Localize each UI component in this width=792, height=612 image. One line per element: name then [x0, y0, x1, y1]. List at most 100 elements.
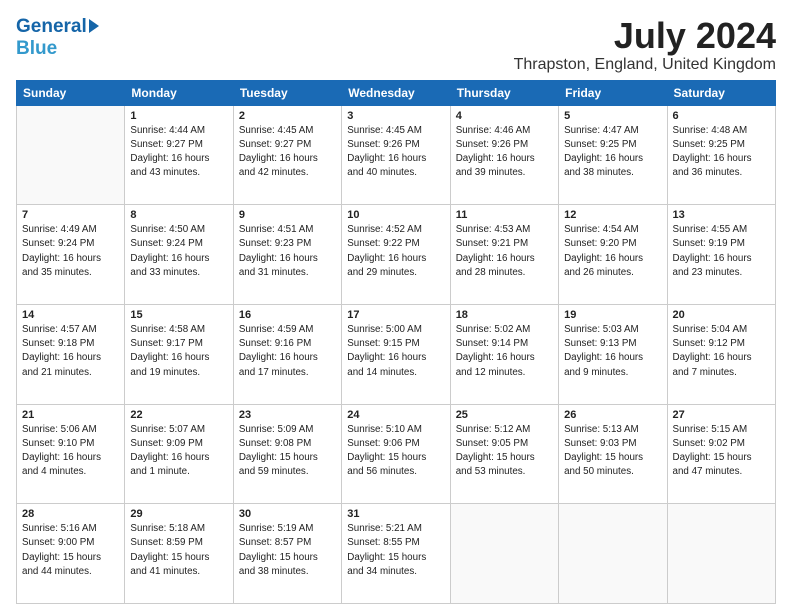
weekday-header-thursday: Thursday — [450, 80, 558, 105]
day-info: Sunrise: 4:46 AM Sunset: 9:26 PM Dayligh… — [456, 124, 553, 181]
day-info: Sunrise: 4:47 AM Sunset: 9:25 PM Dayligh… — [564, 124, 661, 181]
day-info: Sunrise: 4:44 AM Sunset: 9:27 PM Dayligh… — [130, 124, 227, 181]
weekday-header-row: SundayMondayTuesdayWednesdayThursdayFrid… — [17, 80, 776, 105]
day-info: Sunrise: 4:58 AM Sunset: 9:17 PM Dayligh… — [130, 323, 227, 380]
calendar-cell: 31Sunrise: 5:21 AM Sunset: 8:55 PM Dayli… — [342, 504, 450, 604]
calendar-cell: 22 Sunrise: 5:07 AM Sunset: 9:09 PM Dayli… — [125, 404, 233, 504]
day-info: Sunrise: 4:53 AM Sunset: 9:21 PM Dayligh… — [456, 223, 553, 280]
day-info: Sunrise: 5:12 AM Sunset: 9:05 PM Dayligh… — [456, 423, 553, 480]
weekday-header-wednesday: Wednesday — [342, 80, 450, 105]
calendar-week-row: 14Sunrise: 4:57 AM Sunset: 9:18 PM Dayli… — [17, 304, 776, 404]
day-number: 4 — [456, 110, 553, 122]
calendar-cell — [450, 504, 558, 604]
day-number: 14 — [22, 309, 119, 321]
day-number: 12 — [564, 209, 661, 221]
calendar-cell: 24 Sunrise: 5:10 AM Sunset: 9:06 PM Dayli… — [342, 404, 450, 504]
calendar-cell: 27Sunrise: 5:15 AM Sunset: 9:02 PM Dayli… — [667, 404, 775, 504]
day-info: Sunrise: 5:04 AM Sunset: 9:12 PM Dayligh… — [673, 323, 770, 380]
subtitle: Thrapston, England, United Kingdom — [514, 56, 776, 74]
calendar-cell: 1 Sunrise: 4:44 AM Sunset: 9:27 PM Daylig… — [125, 105, 233, 205]
day-number: 24 — [347, 409, 444, 421]
day-info: Sunrise: 5:18 AM Sunset: 8:59 PM Dayligh… — [130, 522, 227, 579]
calendar-cell: 21Sunrise: 5:06 AM Sunset: 9:10 PM Dayli… — [17, 404, 125, 504]
weekday-header-saturday: Saturday — [667, 80, 775, 105]
title-block: July 2024 Thrapston, England, United Kin… — [514, 16, 776, 74]
logo-line1: General — [16, 16, 99, 38]
day-info: Sunrise: 5:09 AM Sunset: 9:08 PM Dayligh… — [239, 423, 336, 480]
calendar-cell: 4 Sunrise: 4:46 AM Sunset: 9:26 PM Daylig… — [450, 105, 558, 205]
calendar-cell: 17Sunrise: 5:00 AM Sunset: 9:15 PM Dayli… — [342, 304, 450, 404]
day-info: Sunrise: 5:13 AM Sunset: 9:03 PM Dayligh… — [564, 423, 661, 480]
day-number: 11 — [456, 209, 553, 221]
day-info: Sunrise: 4:45 AM Sunset: 9:27 PM Dayligh… — [239, 124, 336, 181]
calendar-cell — [559, 504, 667, 604]
day-number: 30 — [239, 508, 336, 520]
day-info: Sunrise: 4:49 AM Sunset: 9:24 PM Dayligh… — [22, 223, 119, 280]
day-number: 2 — [239, 110, 336, 122]
day-number: 27 — [673, 409, 770, 421]
calendar-cell: 20 Sunrise: 5:04 AM Sunset: 9:12 PM Dayli… — [667, 304, 775, 404]
logo-general: General — [16, 16, 87, 38]
calendar-cell — [667, 504, 775, 604]
day-number: 6 — [673, 110, 770, 122]
calendar-cell: 10 Sunrise: 4:52 AM Sunset: 9:22 PM Dayli… — [342, 205, 450, 305]
calendar-cell: 23 Sunrise: 5:09 AM Sunset: 9:08 PM Dayli… — [233, 404, 341, 504]
weekday-header-tuesday: Tuesday — [233, 80, 341, 105]
day-info: Sunrise: 5:16 AM Sunset: 9:00 PM Dayligh… — [22, 522, 119, 579]
day-info: Sunrise: 5:02 AM Sunset: 9:14 PM Dayligh… — [456, 323, 553, 380]
day-number: 16 — [239, 309, 336, 321]
calendar-cell: 7 Sunrise: 4:49 AM Sunset: 9:24 PM Daylig… — [17, 205, 125, 305]
calendar-cell: 18Sunrise: 5:02 AM Sunset: 9:14 PM Dayli… — [450, 304, 558, 404]
day-number: 29 — [130, 508, 227, 520]
calendar-cell: 2 Sunrise: 4:45 AM Sunset: 9:27 PM Daylig… — [233, 105, 341, 205]
weekday-header-monday: Monday — [125, 80, 233, 105]
weekday-header-sunday: Sunday — [17, 80, 125, 105]
day-number: 17 — [347, 309, 444, 321]
day-number: 13 — [673, 209, 770, 221]
logo: General Blue — [16, 16, 99, 60]
day-number: 7 — [22, 209, 119, 221]
day-info: Sunrise: 4:54 AM Sunset: 9:20 PM Dayligh… — [564, 223, 661, 280]
day-number: 3 — [347, 110, 444, 122]
day-info: Sunrise: 4:50 AM Sunset: 9:24 PM Dayligh… — [130, 223, 227, 280]
day-info: Sunrise: 4:52 AM Sunset: 9:22 PM Dayligh… — [347, 223, 444, 280]
calendar-week-row: 21Sunrise: 5:06 AM Sunset: 9:10 PM Dayli… — [17, 404, 776, 504]
calendar-cell: 12 Sunrise: 4:54 AM Sunset: 9:20 PM Dayli… — [559, 205, 667, 305]
day-info: Sunrise: 5:03 AM Sunset: 9:13 PM Dayligh… — [564, 323, 661, 380]
day-number: 23 — [239, 409, 336, 421]
calendar-cell: 29 Sunrise: 5:18 AM Sunset: 8:59 PM Dayli… — [125, 504, 233, 604]
calendar-cell: 16Sunrise: 4:59 AM Sunset: 9:16 PM Dayli… — [233, 304, 341, 404]
calendar-table: SundayMondayTuesdayWednesdayThursdayFrid… — [16, 80, 776, 604]
day-number: 1 — [130, 110, 227, 122]
calendar-week-row: 1 Sunrise: 4:44 AM Sunset: 9:27 PM Daylig… — [17, 105, 776, 205]
day-number: 10 — [347, 209, 444, 221]
calendar-cell: 8 Sunrise: 4:50 AM Sunset: 9:24 PM Daylig… — [125, 205, 233, 305]
calendar-cell: 9Sunrise: 4:51 AM Sunset: 9:23 PM Daylig… — [233, 205, 341, 305]
day-number: 9 — [239, 209, 336, 221]
page: General Blue July 2024 Thrapston, Englan… — [0, 0, 792, 612]
day-info: Sunrise: 5:06 AM Sunset: 9:10 PM Dayligh… — [22, 423, 119, 480]
day-info: Sunrise: 4:55 AM Sunset: 9:19 PM Dayligh… — [673, 223, 770, 280]
day-number: 8 — [130, 209, 227, 221]
day-number: 20 — [673, 309, 770, 321]
calendar-cell: 14Sunrise: 4:57 AM Sunset: 9:18 PM Dayli… — [17, 304, 125, 404]
calendar-cell: 3 Sunrise: 4:45 AM Sunset: 9:26 PM Daylig… — [342, 105, 450, 205]
header: General Blue July 2024 Thrapston, Englan… — [16, 16, 776, 74]
calendar-cell — [17, 105, 125, 205]
day-number: 25 — [456, 409, 553, 421]
calendar-cell: 6 Sunrise: 4:48 AM Sunset: 9:25 PM Daylig… — [667, 105, 775, 205]
day-info: Sunrise: 4:45 AM Sunset: 9:26 PM Dayligh… — [347, 124, 444, 181]
day-info: Sunrise: 5:07 AM Sunset: 9:09 PM Dayligh… — [130, 423, 227, 480]
logo-blue-text: Blue — [16, 38, 57, 60]
calendar-cell: 13 Sunrise: 4:55 AM Sunset: 9:19 PM Dayli… — [667, 205, 775, 305]
calendar-week-row: 7 Sunrise: 4:49 AM Sunset: 9:24 PM Daylig… — [17, 205, 776, 305]
calendar-cell: 30Sunrise: 5:19 AM Sunset: 8:57 PM Dayli… — [233, 504, 341, 604]
day-number: 15 — [130, 309, 227, 321]
calendar-cell: 11 Sunrise: 4:53 AM Sunset: 9:21 PM Dayli… — [450, 205, 558, 305]
day-info: Sunrise: 4:48 AM Sunset: 9:25 PM Dayligh… — [673, 124, 770, 181]
day-info: Sunrise: 5:10 AM Sunset: 9:06 PM Dayligh… — [347, 423, 444, 480]
calendar-cell: 25 Sunrise: 5:12 AM Sunset: 9:05 PM Dayli… — [450, 404, 558, 504]
day-number: 19 — [564, 309, 661, 321]
day-number: 22 — [130, 409, 227, 421]
day-number: 5 — [564, 110, 661, 122]
